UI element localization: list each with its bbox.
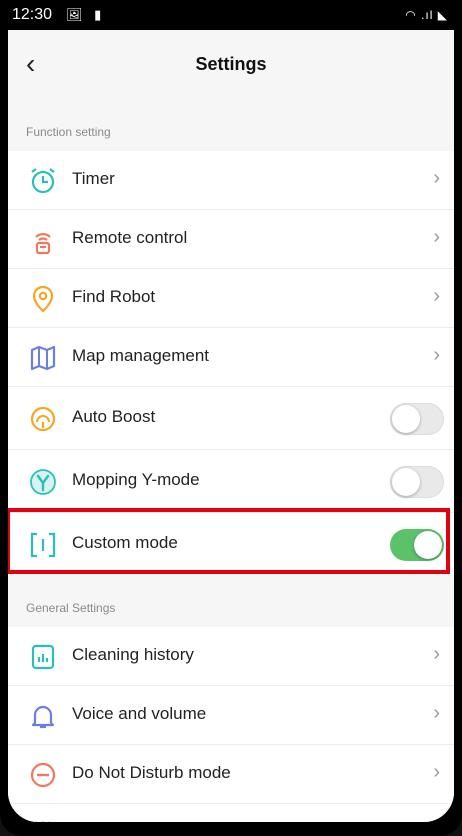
row-custom-mode: Custom mode	[8, 513, 454, 575]
notification-icons: 🖼 ▮	[66, 7, 106, 22]
gauge-icon	[28, 404, 58, 434]
row-cleaning-history[interactable]: Cleaning history ›	[8, 627, 454, 686]
dnd-icon	[28, 760, 58, 790]
partial-icon	[28, 812, 58, 822]
chevron-right-icon: ›	[433, 285, 440, 307]
auto-boost-toggle[interactable]	[390, 403, 444, 435]
chevron-right-icon: ›	[433, 702, 440, 724]
status-time: 12:30	[12, 6, 53, 23]
remote-icon	[28, 225, 58, 255]
row-label: Find Robot	[72, 287, 156, 306]
section-label-general: General Settings	[26, 601, 116, 615]
toggle-knob	[414, 531, 442, 559]
signal-icon: ◠ .ıl ◣	[405, 8, 448, 22]
row-mopping-y-mode: Mopping Y-mode	[8, 450, 454, 513]
location-pin-icon	[28, 284, 58, 314]
chevron-right-icon: ›	[433, 344, 440, 366]
custom-mode-icon	[28, 530, 58, 560]
row-label: Do Not Disturb mode	[72, 763, 231, 782]
row-remote-control[interactable]: Remote control ›	[8, 210, 454, 269]
chevron-right-icon: ›	[433, 761, 440, 783]
general-settings-list: Cleaning history › Voice and volume › Do…	[8, 627, 454, 822]
status-bar: 12:30 🖼 ▮ ◠ .ıl ◣	[8, 0, 454, 30]
phone-frame: 12:30 🖼 ▮ ◠ .ıl ◣ ‹ Settings Function se…	[0, 0, 462, 836]
row-auto-boost: Auto Boost	[8, 387, 454, 450]
page-title: Settings	[195, 54, 267, 74]
section-label-function: Function setting	[26, 125, 111, 139]
row-label: Mopping Y-mode	[72, 470, 200, 489]
chevron-right-icon: ›	[433, 643, 440, 665]
bell-icon	[28, 701, 58, 731]
screen: 12:30 🖼 ▮ ◠ .ıl ◣ ‹ Settings Function se…	[8, 0, 454, 822]
row-voice-volume[interactable]: Voice and volume ›	[8, 686, 454, 745]
row-label: Cleaning history	[72, 645, 194, 664]
y-mode-icon	[28, 467, 58, 497]
row-label: Auto Boost	[72, 407, 156, 426]
row-partial	[8, 804, 454, 822]
custom-mode-toggle[interactable]	[390, 529, 444, 561]
row-timer[interactable]: Timer ›	[8, 151, 454, 210]
row-label: Timer	[72, 169, 115, 188]
header: ‹ Settings	[8, 30, 454, 102]
row-do-not-disturb[interactable]: Do Not Disturb mode ›	[8, 745, 454, 804]
toggle-knob	[392, 405, 420, 433]
alarm-clock-icon	[28, 166, 58, 196]
row-label: Remote control	[72, 228, 188, 247]
function-settings-list: Timer › Remote control › Find Robot › Ma…	[8, 151, 454, 575]
row-find-robot[interactable]: Find Robot ›	[8, 269, 454, 328]
row-label: Map management	[72, 346, 210, 365]
row-map-management[interactable]: Map management ›	[8, 328, 454, 387]
map-icon	[28, 343, 58, 373]
chevron-right-icon: ›	[433, 226, 440, 248]
toggle-knob	[392, 468, 420, 496]
chevron-right-icon: ›	[433, 167, 440, 189]
mopping-y-mode-toggle[interactable]	[390, 466, 444, 498]
row-label: Custom mode	[72, 533, 178, 552]
row-label: Voice and volume	[72, 704, 207, 723]
history-chart-icon	[28, 642, 58, 672]
